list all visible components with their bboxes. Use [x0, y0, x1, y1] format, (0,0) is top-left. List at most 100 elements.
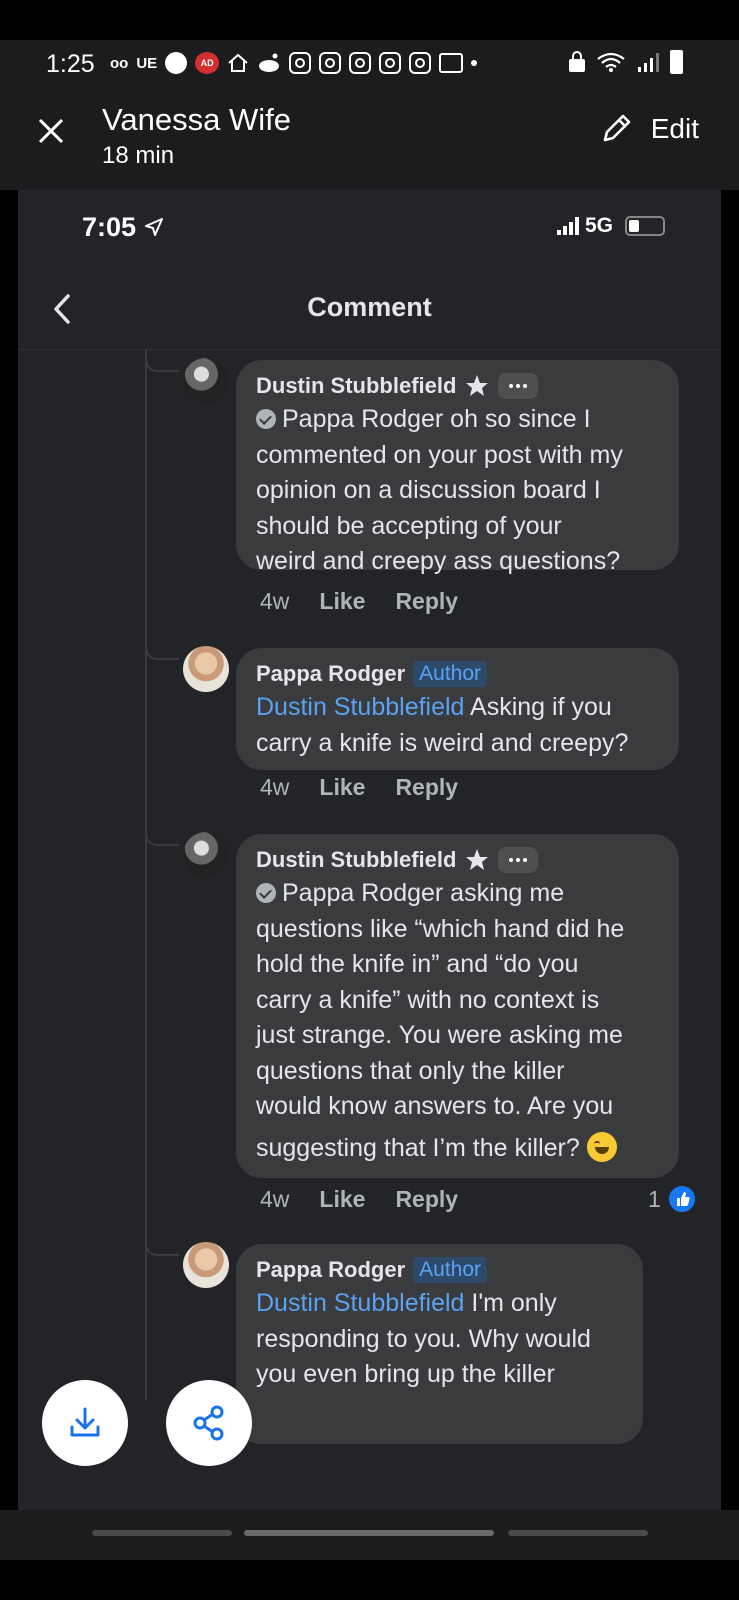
- signal-icon: [638, 53, 659, 72]
- comment-line: would know answers to. Are you: [256, 1092, 614, 1120]
- thread-connector: [145, 358, 179, 372]
- instagram-icon: [319, 52, 342, 74]
- vpn-lock-icon: [569, 51, 585, 72]
- instagram-icon: [349, 52, 372, 74]
- cell-signal-icon: [556, 217, 579, 235]
- reply-button[interactable]: Reply: [395, 774, 458, 801]
- ad-blocker-icon: AD: [195, 52, 220, 74]
- system-status-bar: 1:25 ᴏᴏ UE AD: [0, 40, 739, 90]
- mention-link[interactable]: Dustin Stubblefield: [256, 1289, 464, 1317]
- star-icon: [466, 849, 489, 870]
- comment-line: questions like “which hand did he: [256, 914, 625, 943]
- author-badge: Author: [413, 1257, 488, 1283]
- comment-line: hold the knife in” and “do you: [256, 950, 579, 978]
- avatar[interactable]: [183, 832, 229, 878]
- share-icon: [193, 1405, 224, 1441]
- thread-connector: [145, 1242, 179, 1256]
- comment-text: Pappa Rodger asking me questions like “w…: [256, 876, 659, 1166]
- share-button[interactable]: [166, 1380, 252, 1466]
- comment-line: suggesting that I’m the killer?: [256, 1133, 580, 1162]
- check-badge-icon: [256, 883, 276, 903]
- comment-line: questions that only the killer: [256, 1056, 565, 1085]
- inner-system-icons: 5G: [556, 214, 665, 238]
- inner-status-time: 7:05: [82, 212, 164, 243]
- system-icons: [568, 50, 683, 74]
- screenshot-content: 7:05 5G Comment Dustin Stubblefield Papp…: [18, 190, 721, 1510]
- more-options-button[interactable]: [498, 373, 539, 399]
- comment-text: Dustin Stubblefield Asking if you carry …: [256, 690, 659, 761]
- edit-label: Edit: [650, 113, 699, 144]
- page-indicator[interactable]: [92, 1530, 232, 1536]
- comment-author-row: Dustin Stubblefield: [256, 844, 659, 876]
- comment-line: carry a knife is weird and creepy?: [256, 728, 629, 757]
- notification-icons: ᴏᴏ UE AD: [110, 52, 478, 74]
- battery-icon: [670, 50, 683, 74]
- viewer-subtitle: 18 min: [102, 142, 175, 169]
- comment-author-row: Dustin Stubblefield: [256, 370, 659, 402]
- reaction-count[interactable]: 1: [648, 1184, 697, 1214]
- avatar[interactable]: [183, 646, 229, 692]
- more-notifications-dot: [471, 60, 478, 66]
- download-icon: [70, 1407, 100, 1437]
- ue-label: UE: [136, 54, 158, 72]
- location-arrow-icon: [144, 218, 163, 236]
- like-button[interactable]: Like: [319, 1186, 365, 1213]
- comment-line: Pappa Rodger asking me: [282, 879, 565, 907]
- voicemail-icon: ᴏᴏ: [110, 54, 129, 72]
- star-icon: [466, 375, 489, 396]
- comment-line: commented on your post with my: [256, 440, 623, 469]
- comment-line: weird and creepy ass questions?: [256, 547, 621, 575]
- like-button[interactable]: Like: [319, 774, 365, 801]
- comment-time: 4w: [260, 1186, 290, 1212]
- comment-actions: 4w Like Reply: [260, 588, 458, 615]
- comment-author[interactable]: Dustin Stubblefield: [256, 373, 456, 399]
- pencil-icon: [603, 114, 631, 142]
- check-badge-icon: [256, 409, 276, 429]
- laughing-emoji-icon: [586, 1131, 617, 1162]
- inner-battery-icon: [625, 216, 665, 236]
- comment-author-row: Pappa Rodger Author: [256, 1254, 623, 1286]
- instagram-icon: [289, 52, 312, 74]
- thread-connector: [145, 646, 179, 660]
- comment-author[interactable]: Pappa Rodger: [256, 1257, 405, 1283]
- like-button[interactable]: Like: [319, 588, 365, 615]
- more-options-button[interactable]: [498, 847, 539, 873]
- inner-status-bar: 7:05 5G: [18, 190, 721, 270]
- comment-line: you even bring up the killer: [256, 1360, 555, 1388]
- network-label: 5G: [584, 214, 613, 237]
- messenger-icon: [165, 52, 188, 74]
- comment-line: should be accepting of your: [256, 511, 562, 540]
- instagram-icon: [409, 52, 432, 74]
- viewer-title: Vanessa Wife: [102, 102, 291, 137]
- mail-icon: [439, 53, 464, 73]
- reddit-icon: [259, 53, 280, 72]
- comment-bubble: Pappa Rodger Author Dustin Stubblefield …: [236, 1244, 643, 1444]
- comment-text: Pappa Rodger oh so since I commented on …: [256, 402, 659, 580]
- status-time: 1:25: [46, 50, 95, 78]
- reply-button[interactable]: Reply: [395, 1186, 458, 1213]
- comment-bubble: Dustin Stubblefield Pappa Rodger oh so s…: [236, 360, 679, 575]
- comment-actions: 4w Like Reply: [260, 774, 458, 801]
- close-icon[interactable]: [36, 116, 66, 146]
- page-indicator-active[interactable]: [244, 1530, 494, 1536]
- page-header: Comment: [18, 270, 721, 350]
- comment-author[interactable]: Dustin Stubblefield: [256, 847, 456, 873]
- comment-bubble: Dustin Stubblefield Pappa Rodger asking …: [236, 834, 679, 1178]
- comment-line: I'm only: [464, 1289, 557, 1317]
- screen: 1:25 ᴏᴏ UE AD Vanessa Wife 18 min Edit 7…: [0, 0, 739, 1600]
- avatar[interactable]: [183, 1242, 229, 1288]
- download-button[interactable]: [42, 1380, 128, 1466]
- comment-text: Dustin Stubblefield I'm only responding …: [256, 1286, 623, 1393]
- home-icon: [228, 53, 248, 72]
- mention-link[interactable]: Dustin Stubblefield: [256, 693, 464, 721]
- comment-line: Pappa Rodger oh so since I: [282, 405, 591, 433]
- comment-line: carry a knife” with no context is: [256, 985, 600, 1014]
- author-badge: Author: [413, 661, 488, 687]
- instagram-icon: [379, 52, 402, 74]
- avatar[interactable]: [183, 358, 229, 404]
- page-indicator[interactable]: [508, 1530, 648, 1536]
- thread-connector: [145, 832, 179, 846]
- comment-author[interactable]: Pappa Rodger: [256, 661, 405, 687]
- reply-button[interactable]: Reply: [395, 588, 458, 615]
- edit-button[interactable]: Edit: [599, 112, 699, 146]
